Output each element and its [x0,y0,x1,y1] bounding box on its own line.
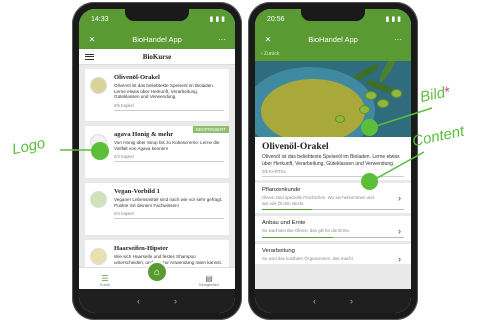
course-desc: Von Honig über Sirup bis zu Kokoscreme: … [114,140,220,151]
lesson-progress [262,236,404,238]
olive [391,89,402,98]
course-progress [114,218,224,220]
sub-header: BioKurse [79,49,235,65]
tab-label: Neuigkeiten [198,283,220,287]
chevron-right-icon: › [398,193,401,203]
olive-leaf [377,61,399,84]
olive [359,105,370,114]
bild-annotation-label: Bild [418,84,447,106]
right-screen: 20:56 ▮ ▮ ▮ ✕ BioHandel App ··· ‹ Zurück [255,9,411,313]
tab-neuigkeiten[interactable]: ▤ Neuigkeiten [194,274,224,288]
bild-marker-dot [361,119,378,136]
course-title: Olivenöl-Orakel [262,141,329,152]
course-progress [262,176,404,177]
course-thumbnail-soap-icon [90,248,107,265]
bild-annotation: Bild* [419,83,452,106]
olive [365,91,377,100]
course-desc: Veganer Lebensmittel sind nach wie vor s… [114,197,223,208]
content-marker-dot [361,173,378,190]
app-bar: ✕ BioHandel App ··· [255,29,411,49]
course-progress [114,110,224,112]
app-bar: ✕ BioHandel App ··· [79,29,235,49]
olive [377,99,389,108]
lesson-progress-fill [262,236,333,238]
app-title: BioHandel App [132,34,182,44]
lesson-title: Pflanzenkunde [262,187,301,193]
news-icon: ▤ [205,274,213,283]
nav-bar: ‹ › [255,289,411,313]
course-meta: 0/6 KAPITEL [262,169,287,174]
course-thumbnail-olive-icon [90,77,107,94]
logo-marker-dot [91,142,109,160]
course-meta: 0/6 Kapitel [114,103,134,109]
sponsored-badge: GESPONSERT [192,126,229,133]
home-icon: ⌂ [153,266,161,278]
course-progress [114,161,224,163]
course-title: Vegan-Vorbild 1 [114,188,160,195]
more-icon[interactable]: ··· [392,35,404,44]
logo-annotation: Logo [10,134,47,159]
app-title: BioHandel App [308,34,358,44]
olive-oil [261,79,365,137]
status-icons: ▮ ▮ ▮ [209,16,225,23]
back-link[interactable]: ‹ Zurück [255,49,411,61]
course-card-olivenoel[interactable]: Olivenöl-Orakel Olivenöl ist das beliebt… [85,69,229,121]
course-meta: 0/4 Kapitel [114,211,134,217]
content-annotation: Content [410,122,466,151]
forward-arrow-icon[interactable]: › [174,296,177,306]
nav-bar: ‹ › [79,289,235,313]
right-phone: 20:56 ▮ ▮ ▮ ✕ BioHandel App ··· ‹ Zurück [248,2,418,320]
lesson-desc: So wachsen Bio-Oliven, das gilt für die … [262,228,351,233]
hero-image [255,61,411,137]
chevron-right-icon: › [398,226,401,236]
lesson-item[interactable]: Verarbeitung So wird das kostbare Öl gew… [255,243,411,264]
status-time: 14:33 [91,15,109,23]
back-arrow-icon[interactable]: ‹ [137,296,140,306]
course-thumbnail-leaf-icon [90,191,107,208]
course-list: Olivenöl-Orakel Olivenöl ist das beliebt… [79,65,235,292]
lesson-desc: So wird das kostbare Öl gewonnen, das ma… [262,255,353,261]
more-icon[interactable]: ··· [216,35,228,44]
course-desc: Olivenöl ist das beliebteste Speiseöl im… [262,154,400,167]
lesson-item[interactable]: Pflanzenkunde Oliven sind spezielle Früc… [255,183,411,213]
close-icon[interactable]: ✕ [86,35,98,44]
status-icons: ▮ ▮ ▮ [385,16,401,23]
forward-arrow-icon[interactable]: › [350,296,353,306]
left-phone: 14:33 ▮ ▮ ▮ ✕ BioHandel App ··· BioKurse… [72,2,242,320]
course-desc: Wie sich Haarseife und festes Shampoo un… [114,254,223,265]
stage: 14:33 ▮ ▮ ▮ ✕ BioHandel App ··· BioKurse… [0,0,481,322]
chevron-right-icon: › [398,253,401,264]
home-label: Home [152,283,162,287]
lesson-title: Anbau und Ernte [262,220,306,226]
lesson-progress-fill [262,209,312,210]
close-icon[interactable]: ✕ [262,35,274,44]
course-card-vegan[interactable]: Vegan-Vorbild 1 Veganer Lebensmittel sin… [85,183,229,235]
notch [125,9,189,21]
course-detail: Olivenöl-Orakel Olivenöl ist das beliebt… [255,137,411,180]
course-title: Haarseifen-Hipster [114,245,169,252]
list-icon: ☰ [101,274,109,283]
notch [301,9,365,21]
course-desc: Olivenöl ist das beliebteste Speiseöl im… [114,83,215,100]
left-screen: 14:33 ▮ ▮ ▮ ✕ BioHandel App ··· BioKurse… [79,9,235,313]
page-title: BioKurse [142,52,172,61]
course-title: Olivenöl-Orakel [114,74,160,81]
course-meta: 0/3 Kapitel [114,154,134,160]
olive [335,115,345,123]
lesson-progress [262,209,404,210]
tab-kurse[interactable]: ☰ Kurse [90,274,120,288]
home-button[interactable]: ⌂ [146,261,168,283]
status-time: 20:56 [267,15,285,23]
lesson-desc: Oliven sind spezielle Früchtchen. Wo sie… [262,195,374,206]
lesson-title: Verarbeitung [262,247,295,254]
lesson-item[interactable]: Anbau und Ernte So wachsen Bio-Oliven, d… [255,216,411,241]
back-arrow-icon[interactable]: ‹ [313,296,316,306]
tab-label: Kurse [100,283,110,287]
